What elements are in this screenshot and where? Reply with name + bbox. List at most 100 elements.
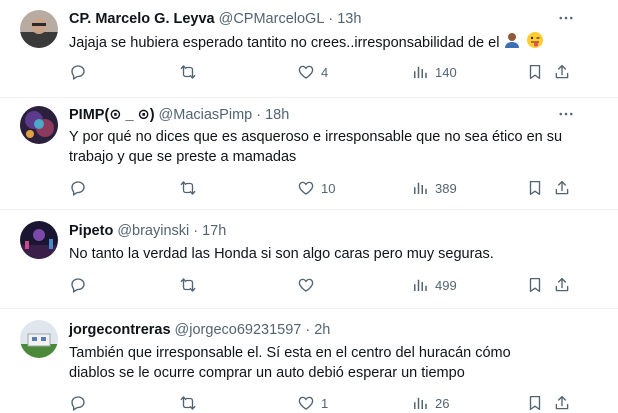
retweet-button[interactable] — [179, 275, 197, 295]
reply-button[interactable] — [69, 62, 87, 82]
heart-icon — [297, 63, 315, 81]
tweet-actions: 1 26 — [69, 393, 589, 413]
like-button[interactable] — [297, 275, 321, 295]
share-button[interactable] — [553, 393, 571, 413]
retweet-icon — [179, 394, 197, 412]
tweet-text-line: trabajo y que se preste a mamadas — [69, 149, 297, 165]
views-button[interactable]: 389 — [411, 178, 457, 198]
like-count: 10 — [321, 180, 336, 196]
bookmark-icon — [526, 394, 544, 412]
separator-dot: · — [305, 322, 311, 338]
timestamp[interactable]: 17h — [202, 223, 226, 239]
share-icon — [553, 276, 571, 294]
more-icon — [557, 9, 575, 27]
bookmark-button[interactable] — [526, 275, 544, 295]
tweet[interactable]: jorgecontreras @jorgeco69231597 · 2h Tam… — [0, 309, 618, 407]
author-name[interactable]: Pipeto — [69, 223, 113, 239]
reply-button[interactable] — [69, 178, 87, 198]
like-button[interactable]: 4 — [297, 62, 328, 82]
author-handle[interactable]: @jorgeco69231597 — [175, 322, 302, 338]
retweet-icon — [179, 63, 197, 81]
tweet-actions: 499 — [69, 275, 589, 295]
reply-button[interactable] — [69, 393, 87, 413]
reply-button[interactable] — [69, 275, 87, 295]
like-button[interactable]: 1 — [297, 393, 328, 413]
timestamp[interactable]: 13h — [337, 11, 361, 27]
author-handle[interactable]: @MaciasPimp — [159, 107, 253, 123]
avatar[interactable] — [20, 106, 58, 144]
heart-icon — [297, 394, 315, 412]
author-name[interactable]: jorgecontreras — [69, 322, 171, 338]
share-icon — [553, 63, 571, 81]
retweet-icon — [179, 276, 197, 294]
author-name[interactable]: CP. Marcelo G. Leyva — [69, 11, 215, 27]
avatar[interactable] — [20, 10, 58, 48]
more-button[interactable] — [556, 104, 576, 124]
retweet-button[interactable] — [179, 178, 197, 198]
share-button[interactable] — [553, 62, 571, 82]
retweet-button[interactable] — [179, 62, 197, 82]
tweet-text: No tanto la verdad las Honda si son algo… — [69, 244, 569, 264]
retweet-button[interactable] — [179, 393, 197, 413]
tweet-text: También que irresponsable el. Sí esta en… — [69, 343, 569, 383]
share-icon — [553, 179, 571, 197]
heart-icon — [297, 179, 315, 197]
winking-tongue-emoji — [526, 31, 544, 55]
views-icon — [411, 179, 429, 197]
tweet-header: PIMP(⊙ _ ⊙) @MaciasPimp · 18h — [69, 105, 289, 125]
bookmark-icon — [526, 63, 544, 81]
tweet-text-line: Y por qué no dices que es asqueroso e ir… — [69, 129, 563, 145]
avatar[interactable] — [20, 221, 58, 259]
tweet-actions: 10 389 — [69, 178, 589, 198]
author-handle[interactable]: @CPMarceloGL — [219, 11, 325, 27]
share-button[interactable] — [553, 178, 571, 198]
timestamp[interactable]: 2h — [314, 322, 330, 338]
views-button[interactable]: 499 — [411, 275, 457, 295]
views-button[interactable]: 140 — [411, 62, 457, 82]
views-button[interactable]: 26 — [411, 393, 449, 413]
views-icon — [411, 394, 429, 412]
tweet-text-content: No tanto la verdad las Honda si son algo… — [69, 246, 494, 262]
tweet-actions: 4 140 — [69, 62, 589, 82]
reply-icon — [69, 63, 87, 81]
like-count: 1 — [321, 395, 329, 411]
author-name[interactable]: PIMP(⊙ _ ⊙) — [69, 107, 155, 123]
separator-dot: · — [328, 11, 334, 27]
like-count: 4 — [321, 64, 329, 80]
bookmark-button[interactable] — [526, 62, 544, 82]
like-button[interactable]: 10 — [297, 178, 335, 198]
separator-dot: · — [193, 223, 199, 239]
view-count: 499 — [435, 277, 457, 293]
more-button[interactable] — [556, 8, 576, 28]
heart-icon — [297, 276, 315, 294]
tweet-text: Y por qué no dices que es asqueroso e ir… — [69, 127, 569, 167]
reply-icon — [69, 179, 87, 197]
tweet-text-line: También que irresponsable el. Sí esta en… — [69, 345, 511, 361]
views-icon — [411, 63, 429, 81]
bookmark-icon — [526, 179, 544, 197]
tweet-text: Jajaja se hubiera esperado tantito no cr… — [69, 31, 569, 55]
tweet[interactable]: CP. Marcelo G. Leyva @CPMarceloGL · 13h … — [0, 0, 618, 98]
timestamp[interactable]: 18h — [265, 107, 289, 123]
share-icon — [553, 394, 571, 412]
share-button[interactable] — [553, 275, 571, 295]
more-icon — [557, 105, 575, 123]
avatar[interactable] — [20, 320, 58, 358]
tweet-text-line: diablos se le ocurre comprar un auto deb… — [69, 365, 465, 381]
tweet-header: jorgecontreras @jorgeco69231597 · 2h — [69, 320, 330, 340]
bookmark-icon — [526, 276, 544, 294]
reply-icon — [69, 394, 87, 412]
author-handle[interactable]: @brayinski — [117, 223, 189, 239]
bookmark-button[interactable] — [526, 178, 544, 198]
views-icon — [411, 276, 429, 294]
retweet-icon — [179, 179, 197, 197]
bookmark-button[interactable] — [526, 393, 544, 413]
tweet[interactable]: PIMP(⊙ _ ⊙) @MaciasPimp · 18h Y por qué … — [0, 98, 618, 210]
separator-dot: · — [256, 107, 262, 123]
view-count: 389 — [435, 180, 457, 196]
tweet-header: Pipeto @brayinski · 17h — [69, 221, 226, 241]
person-shrugging-emoji — [503, 31, 521, 55]
tweet[interactable]: Pipeto @brayinski · 17h No tanto la verd… — [0, 210, 618, 309]
tweet-text-content: Jajaja se hubiera esperado tantito no cr… — [69, 34, 500, 51]
reply-icon — [69, 276, 87, 294]
